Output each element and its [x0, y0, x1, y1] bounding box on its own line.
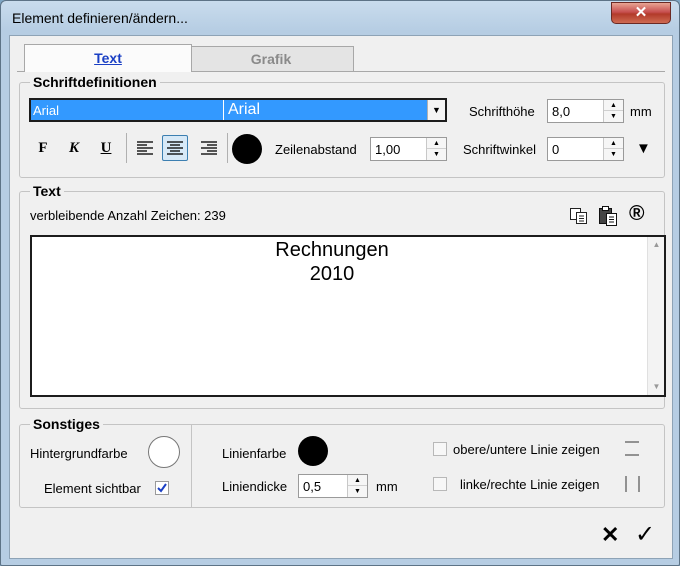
italic-button[interactable]: K: [61, 135, 87, 161]
stepper-up-icon[interactable]: ▲: [427, 138, 446, 149]
liniendicke-unit: mm: [376, 479, 398, 494]
element-sichtbar-label: Element sichtbar: [44, 481, 141, 496]
schriftwinkel-value: 0: [552, 142, 560, 157]
font-select[interactable]: Arial Arial ▼: [29, 98, 447, 122]
align-left-icon: [137, 141, 153, 155]
align-center-icon: [167, 141, 183, 155]
stepper-buttons: ▲ ▼: [347, 475, 367, 497]
text-line: 2010: [309, 263, 355, 285]
line-color-swatch[interactable]: [298, 436, 328, 466]
stepper-down-icon[interactable]: ▼: [348, 486, 367, 497]
stepper-up-icon[interactable]: ▲: [604, 138, 623, 149]
liniendicke-value: 0,5: [303, 479, 322, 494]
scroll-up-icon[interactable]: ▲: [648, 237, 665, 253]
vertical-scrollbar[interactable]: ▲ ▼: [647, 237, 664, 395]
align-left-button[interactable]: [132, 135, 158, 161]
linke-rechte-checkbox[interactable]: [433, 477, 447, 491]
stepper-up-icon[interactable]: ▲: [604, 100, 623, 111]
dialog-body: Text Grafik Schriftdefinitionen Arial Ar…: [9, 35, 673, 559]
copy-icon[interactable]: [569, 207, 589, 225]
chevron-down-icon[interactable]: ▼: [427, 100, 445, 120]
obere-untere-label: obere/untere Linie zeigen: [453, 442, 600, 457]
tab-text[interactable]: Text: [24, 44, 192, 72]
text-content-input[interactable]: Rechnungen 2010 ▲ ▼: [30, 235, 666, 397]
zeilenabstand-value: 1,00: [375, 142, 401, 157]
tab-grafik[interactable]: Grafik: [188, 46, 354, 72]
schrifthoehe-stepper[interactable]: 8,0 ▲ ▼: [547, 99, 624, 123]
registered-icon[interactable]: ®: [629, 202, 644, 226]
window-title: Element definieren/ändern...: [12, 10, 188, 26]
background-color-swatch[interactable]: [148, 436, 180, 468]
schriftwinkel-stepper[interactable]: 0 ▲ ▼: [547, 137, 624, 161]
schrifthoehe-unit: mm: [630, 104, 652, 119]
stepper-buttons: ▲ ▼: [603, 138, 623, 160]
bold-button[interactable]: F: [30, 135, 56, 161]
cancel-button[interactable]: ✕: [601, 522, 619, 548]
text-line: Rechnungen: [275, 239, 389, 261]
font-select-divider: [223, 100, 224, 120]
horizontal-lines-icon: [624, 440, 640, 458]
font-select-value: Arial Arial: [31, 100, 427, 120]
font-name-preview: Arial: [228, 101, 261, 118]
font-name-left: Arial: [33, 103, 60, 118]
text-legend: Text: [30, 183, 64, 199]
vertical-lines-icon: [624, 475, 642, 493]
zeilenabstand-stepper[interactable]: 1,00 ▲ ▼: [370, 137, 447, 161]
font-definitions-legend: Schriftdefinitionen: [30, 74, 160, 90]
schriftwinkel-label: Schriftwinkel: [463, 142, 536, 157]
liniendicke-label: Liniendicke: [222, 479, 288, 494]
stepper-down-icon[interactable]: ▼: [427, 149, 446, 160]
text-color-swatch[interactable]: [232, 134, 262, 164]
font-definitions-group: Schriftdefinitionen: [19, 74, 665, 178]
more-options-icon[interactable]: ▼: [636, 140, 651, 157]
liniendicke-stepper[interactable]: 0,5 ▲ ▼: [298, 474, 368, 498]
linke-rechte-label: linke/rechte Linie zeigen: [460, 477, 600, 492]
remaining-chars-label: verbleibende Anzahl Zeichen: 239: [30, 208, 226, 223]
misc-divider: [191, 425, 192, 508]
obere-untere-checkbox[interactable]: [433, 442, 447, 456]
close-button[interactable]: ✕: [611, 2, 671, 24]
zeilenabstand-label: Zeilenabstand: [275, 142, 357, 157]
element-sichtbar-checkbox[interactable]: [155, 481, 169, 495]
stepper-down-icon[interactable]: ▼: [604, 149, 623, 160]
paste-icon[interactable]: [598, 205, 618, 227]
stepper-buttons: ▲ ▼: [426, 138, 446, 160]
toolbar-divider: [126, 133, 127, 163]
stepper-buttons: ▲ ▼: [603, 100, 623, 122]
linienfarbe-label: Linienfarbe: [222, 446, 287, 461]
align-center-button[interactable]: [162, 135, 188, 161]
misc-legend: Sonstiges: [30, 416, 103, 432]
scroll-down-icon[interactable]: ▼: [648, 379, 665, 395]
ok-button[interactable]: ✓: [635, 520, 655, 549]
schrifthoehe-value: 8,0: [552, 104, 571, 119]
align-right-button[interactable]: [196, 135, 222, 161]
align-right-icon: [201, 141, 217, 155]
stepper-down-icon[interactable]: ▼: [604, 111, 623, 122]
toolbar-divider: [227, 133, 228, 163]
dialog-window: Element definieren/ändern... ✕ Text Graf…: [0, 0, 680, 566]
hintergrundfarbe-label: Hintergrundfarbe: [30, 446, 128, 461]
underline-button[interactable]: U: [93, 135, 119, 161]
title-bar[interactable]: Element definieren/ändern... ✕: [1, 1, 679, 35]
checkmark-icon: [157, 483, 167, 493]
stepper-up-icon[interactable]: ▲: [348, 475, 367, 486]
schrifthoehe-label: Schrifthöhe: [469, 104, 535, 119]
